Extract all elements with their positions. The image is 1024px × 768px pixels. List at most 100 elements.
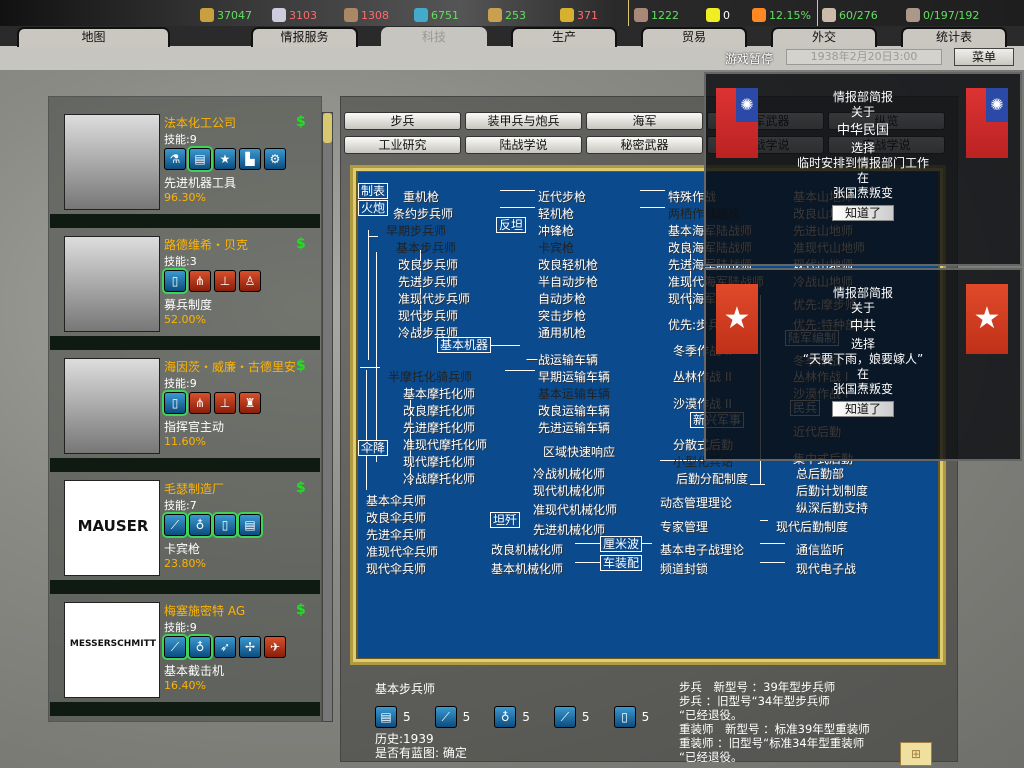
research-team-card[interactable]: MAUSER 毛瑟制造厂 $ 技能:7 ⟋ ♁ ▯ ▤ 卡宾枪 23.80%: [56, 474, 318, 584]
tab-5[interactable]: 外交: [771, 27, 877, 47]
tech-item[interactable]: 现代机械化师: [525, 484, 630, 499]
team-portrait: [64, 358, 160, 454]
tech-item[interactable]: 先进运输车辆: [530, 421, 635, 436]
tech-item[interactable]: 频道封锁: [652, 562, 762, 577]
subtab-1-0[interactable]: 工业研究: [344, 136, 461, 154]
research-team-card[interactable]: 法本化工公司 $ 技能:9 ⚗ ▤ ★ ▙ ⚙ 先进机器工具 96.30%: [56, 108, 318, 218]
tech-item[interactable]: 冷战机械化师: [525, 467, 630, 482]
tech-item[interactable]: 基本运输车辆: [530, 387, 635, 402]
tech-item[interactable]: 现代电子战: [788, 562, 898, 577]
resource-metal: 3103: [272, 8, 317, 22]
tech-item[interactable]: 基本电子战理论: [652, 543, 762, 558]
tech-item[interactable]: 准现代机械化师: [525, 503, 630, 518]
tech-item[interactable]: 基本步兵师: [388, 241, 493, 256]
team-project: 先进机器工具: [164, 176, 237, 190]
tech-item[interactable]: 准现代步兵师: [390, 292, 495, 307]
tech-cost: ▯ 5: [613, 706, 649, 728]
tech-item[interactable]: 冷战摩托化师: [395, 472, 500, 487]
tech-item[interactable]: 先进伞兵师: [358, 528, 463, 543]
tab-3[interactable]: 生产: [511, 27, 617, 47]
tech-item[interactable]: 准现代摩托化师: [395, 438, 500, 453]
tech-item[interactable]: 先进步兵师: [390, 275, 495, 290]
research-team-card[interactable]: MESSERSCHMITT 梅塞施密特 AG $ 技能:9 ⟋ ♁ ➶ ✢ ✈ 基本截击机 16.4…: [56, 596, 318, 706]
tech-item[interactable]: 后勤分配制度: [668, 472, 778, 487]
tech-item[interactable]: 现代摩托化师: [395, 455, 500, 470]
tech-item[interactable]: 总后勤部: [788, 467, 898, 482]
tech-item[interactable]: 改良机械化师: [483, 543, 588, 558]
tech-item[interactable]: 基本摩托化师: [395, 387, 500, 402]
tech-item[interactable]: 区域快速响应: [535, 445, 650, 460]
tech-item[interactable]: 冲锋枪: [530, 224, 635, 239]
tech-item[interactable]: 突击步枪: [530, 309, 635, 324]
tech-item[interactable]: 准现代伞兵师: [358, 545, 463, 560]
tech-item[interactable]: 现代伞兵师: [358, 562, 463, 577]
flask-icon: ⚗: [164, 148, 186, 170]
divider: [50, 214, 320, 228]
tab-0[interactable]: 地图: [17, 27, 170, 47]
blueprint-icon[interactable]: ⊞: [900, 742, 932, 766]
tab-6[interactable]: 统计表: [901, 27, 1007, 47]
connector-line: [760, 543, 785, 544]
supplies-icon: [488, 8, 502, 22]
tab-2[interactable]: 科技: [381, 27, 487, 47]
tech-item[interactable]: 后勤计划制度: [788, 484, 898, 499]
tech-item[interactable]: 基本机械化师: [483, 562, 588, 577]
tech-item[interactable]: 一战运输车辆: [518, 353, 623, 368]
tech-item[interactable]: 专家管理: [652, 520, 762, 535]
team-project: 指挥官主动: [164, 420, 225, 434]
tech-item[interactable]: 早期步兵师: [378, 224, 493, 239]
tech-item[interactable]: 通信监听: [788, 543, 898, 558]
research-team-card[interactable]: 海因茨・威廉・古德里安 $ 技能:9 ▯ ⋔ ⊥ ♜ 指挥官主动 11.60%: [56, 352, 318, 462]
tech-item[interactable]: 改良步兵师: [390, 258, 495, 273]
tech-item[interactable]: 轻机枪: [530, 207, 635, 222]
pause-status: 游戏暂停: [725, 52, 774, 66]
book-icon: ▯: [212, 512, 238, 538]
tech-item[interactable]: 半摩托化骑兵师: [380, 370, 500, 385]
ccp-flag-icon: ★: [966, 284, 1008, 354]
team-portrait: [64, 114, 160, 210]
resource-value: 0/197/192: [923, 8, 980, 22]
metal-icon: [272, 8, 286, 22]
tech-item[interactable]: 先进摩托化师: [395, 421, 500, 436]
org-chart-icon: ⊥: [214, 270, 236, 292]
tech-item[interactable]: 通用机枪: [530, 326, 635, 341]
subtab-0-0[interactable]: 步兵: [344, 112, 461, 130]
tech-item[interactable]: 现代后勤制度: [768, 520, 878, 535]
tech-item[interactable]: 条约步兵师: [385, 207, 490, 222]
tech-item[interactable]: 现代步兵师: [390, 309, 495, 324]
nuclear-icon: [706, 8, 720, 22]
subtab-0-1[interactable]: 装甲兵与炮兵: [465, 112, 582, 130]
acknowledge-button[interactable]: 知道了: [832, 401, 894, 417]
tech-item[interactable]: 基本伞兵师: [358, 494, 463, 509]
subtab-0-2[interactable]: 海军: [586, 112, 703, 130]
tech-item[interactable]: 改良摩托化师: [395, 404, 500, 419]
subtab-1-1[interactable]: 陆战学说: [465, 136, 582, 154]
subtab-1-2[interactable]: 秘密武器: [586, 136, 703, 154]
tech-item[interactable]: 改良伞兵师: [358, 511, 463, 526]
tech-item[interactable]: 重机枪: [395, 190, 500, 205]
teams-scrollbar[interactable]: [322, 112, 333, 722]
resource-money: 371: [560, 8, 598, 22]
tech-item[interactable]: 动态管理理论: [652, 496, 762, 511]
team-skill: 技能:7: [164, 499, 197, 512]
menu-button[interactable]: 菜单: [954, 48, 1014, 66]
acknowledge-button[interactable]: 知道了: [832, 205, 894, 221]
tech-item[interactable]: 半自动步枪: [530, 275, 635, 290]
tech-item[interactable]: 自动步枪: [530, 292, 635, 307]
tab-4[interactable]: 贸易: [641, 27, 747, 47]
connector-line: [368, 236, 378, 237]
tech-item[interactable]: 卡宾枪: [530, 241, 635, 256]
tab-1[interactable]: 情报服务: [251, 27, 358, 47]
aircraft-icon: ✈: [264, 636, 286, 658]
factory-icon: ▙: [239, 148, 261, 170]
rifle-icon: ⟋: [434, 706, 457, 728]
tech-item[interactable]: 纵深后勤支持: [788, 501, 898, 516]
scroll-thumb[interactable]: [323, 113, 332, 143]
tank-officer-icon: ♜: [239, 392, 261, 414]
tech-item[interactable]: 早期运输车辆: [530, 370, 635, 385]
research-team-card[interactable]: 路德维希・贝克 $ 技能:3 ▯ ⋔ ⊥ ♙ 募兵制度 52.00%: [56, 230, 318, 340]
tech-item[interactable]: 近代步枪: [530, 190, 635, 205]
tech-item[interactable]: 改良轻机枪: [530, 258, 635, 273]
tech-item[interactable]: 改良运输车辆: [530, 404, 635, 419]
team-skill: 技能:9: [164, 133, 197, 146]
